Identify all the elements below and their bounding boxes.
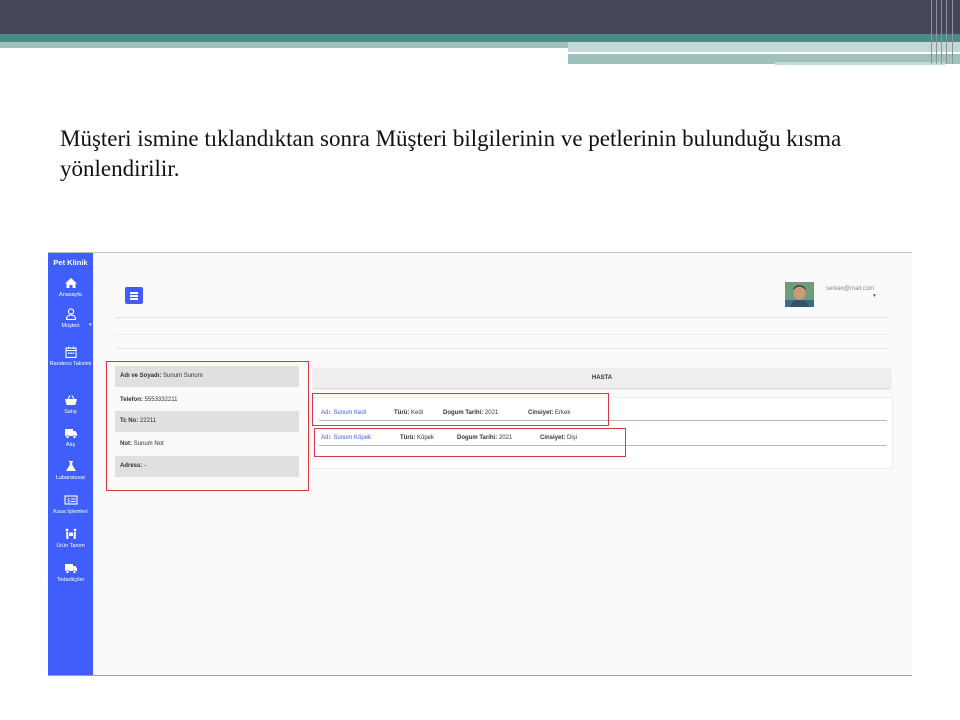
nav-item-anasayfa[interactable]: Anasayfa bbox=[48, 277, 93, 299]
nav-label: Müşteri bbox=[61, 323, 80, 329]
truck-icon bbox=[64, 429, 77, 439]
app-screenshot: Pet Klinik Anasayfa Müşteri ▾ Randevu Ta… bbox=[48, 252, 912, 676]
svg-text:$: $ bbox=[67, 498, 71, 505]
flask-icon bbox=[65, 461, 76, 471]
menu-toggle-button[interactable] bbox=[125, 287, 143, 304]
slide-body-text: Müşteri ismine tıklandıktan sonra Müşter… bbox=[60, 126, 842, 181]
home-icon bbox=[64, 278, 77, 288]
basket-icon bbox=[64, 395, 77, 405]
nav-item-alis[interactable]: Alış bbox=[48, 427, 93, 449]
people-carry-icon bbox=[65, 528, 76, 539]
content-divider bbox=[115, 334, 890, 349]
nav-label: Alış bbox=[65, 442, 76, 448]
slide-corner-lines bbox=[928, 0, 960, 64]
slide-accent-step bbox=[775, 62, 945, 65]
user-email[interactable]: serkan@mail.com bbox=[826, 286, 874, 292]
highlight-customer-box bbox=[106, 361, 309, 491]
nav-item-tedarikciler[interactable]: Tedarikçiler bbox=[48, 562, 93, 584]
brand-logo: Pet Klinik bbox=[53, 258, 88, 267]
highlight-patient-box bbox=[312, 393, 609, 426]
chevron-down-icon[interactable]: ▼ bbox=[872, 293, 877, 299]
nav-item-randevu[interactable]: Randevu Takvimi bbox=[48, 346, 93, 368]
avatar-image bbox=[785, 282, 814, 307]
user-icon bbox=[65, 308, 76, 320]
top-navbar: serkan@mail.com ▼ bbox=[115, 272, 890, 318]
nav-label: Kasa İşlemleri bbox=[53, 509, 88, 515]
nav-item-kasa[interactable]: $ Kasa İşlemleri bbox=[48, 494, 93, 516]
nav-label: Labaratuvar bbox=[55, 475, 86, 481]
calendar-icon bbox=[64, 346, 77, 358]
patients-header: HASTA bbox=[313, 368, 891, 388]
cash-icon: $ bbox=[63, 495, 78, 505]
chevron-down-icon: ▾ bbox=[89, 322, 92, 328]
nav-label: Tedarikçiler bbox=[56, 577, 85, 583]
nav-label: Satış bbox=[64, 409, 77, 415]
nav-label: Anasayfa bbox=[59, 292, 82, 298]
slide-accent-strip bbox=[0, 42, 568, 48]
nav-item-musteri[interactable]: Müşteri bbox=[48, 308, 93, 330]
slide-accent-step bbox=[568, 42, 960, 52]
nav-item-satis[interactable]: Satış bbox=[48, 394, 93, 416]
sidebar: Pet Klinik Anasayfa Müşteri ▾ Randevu Ta… bbox=[48, 253, 93, 675]
nav-item-labaratuvar[interactable]: Labaratuvar bbox=[48, 460, 93, 482]
slide-accent-bar bbox=[0, 34, 960, 42]
avatar[interactable] bbox=[785, 282, 814, 307]
nav-item-urun-tanim[interactable]: Ürün Tanım bbox=[48, 528, 93, 550]
nav-label: Ürün Tanım bbox=[56, 543, 85, 549]
truck-icon bbox=[64, 564, 77, 574]
highlight-patient-box bbox=[314, 428, 626, 457]
slide-header-bar bbox=[0, 0, 960, 34]
nav-label: Randevu Takvimi bbox=[49, 361, 92, 367]
